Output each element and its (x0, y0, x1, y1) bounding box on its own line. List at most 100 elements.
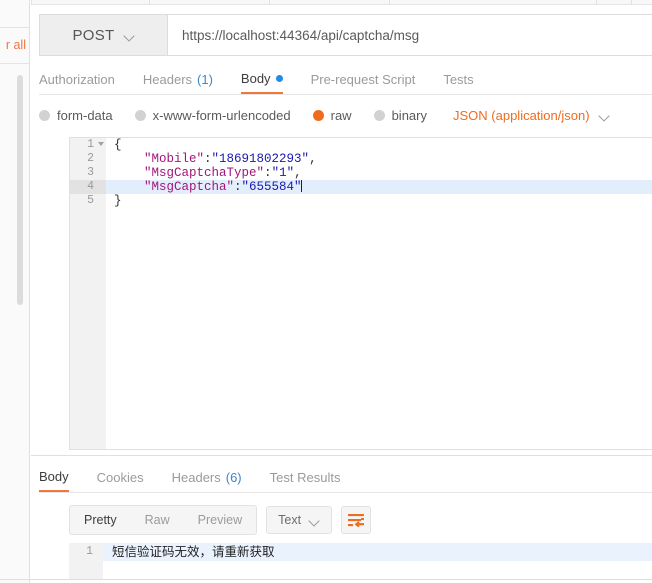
http-method-label: POST (72, 27, 114, 44)
view-mode-raw[interactable]: Raw (131, 506, 184, 534)
radio-form-data[interactable]: form-data (39, 108, 113, 123)
line-number-empty (69, 561, 103, 579)
tab-label: Authorization (39, 72, 115, 87)
line-number: 1 (69, 543, 103, 561)
body-type-options: form-data x-www-form-urlencoded raw bina… (39, 102, 652, 128)
radio-icon (39, 110, 50, 121)
clear-all-link[interactable]: r all (0, 38, 28, 52)
tab-label: Headers (172, 470, 221, 485)
word-wrap-icon (348, 514, 364, 527)
line-number-active: 4 (70, 180, 106, 194)
workspace-tab-bar[interactable] (31, 0, 652, 5)
code-indent (114, 166, 144, 180)
radio-label: raw (331, 108, 352, 123)
response-format-select[interactable]: Text (266, 506, 332, 534)
tab-authorization[interactable]: Authorization (39, 64, 115, 94)
code-indent (114, 180, 144, 194)
radio-icon-selected (313, 110, 324, 121)
code-line-active: "MsgCaptcha":"655584" (106, 180, 652, 194)
request-response-column: POST https://localhost:44364/api/captcha… (31, 0, 652, 583)
tab-separator (31, 0, 32, 5)
tab-body[interactable]: Body (241, 64, 283, 94)
tab-separator (389, 0, 390, 5)
json-value: "18691802293" (212, 152, 310, 166)
tab-label: Body (39, 469, 69, 484)
tab-label: Test Results (270, 470, 341, 485)
radio-raw[interactable]: raw (313, 108, 352, 123)
request-tabs: Authorization Headers (1) Body Pre-reque… (39, 64, 652, 95)
url-input[interactable]: https://localhost:44364/api/captcha/msg (168, 15, 652, 55)
format-label: Text (278, 513, 301, 527)
code-text: } (114, 194, 122, 208)
radio-label: form-data (57, 108, 113, 123)
response-tab-test-results[interactable]: Test Results (270, 462, 341, 492)
modified-indicator-dot (276, 75, 283, 82)
json-colon: : (234, 180, 242, 194)
view-mode-preview[interactable]: Preview (184, 506, 256, 534)
json-key: "Mobile" (144, 152, 204, 166)
json-colon: : (264, 166, 272, 180)
window-bottom-edge (0, 579, 652, 580)
line-number: 3 (70, 166, 106, 180)
line-number-text: 1 (87, 138, 94, 151)
json-colon: : (204, 152, 212, 166)
tab-label: Pre-request Script (311, 72, 416, 87)
tab-tests[interactable]: Tests (443, 64, 473, 94)
response-tab-cookies[interactable]: Cookies (97, 462, 144, 492)
response-tabs: Body Cookies Headers (6) Test Results (39, 462, 652, 493)
radio-x-www-form-urlencoded[interactable]: x-www-form-urlencoded (135, 108, 291, 123)
view-mode-pretty[interactable]: Pretty (70, 506, 131, 534)
code-indent (114, 152, 144, 166)
tab-headers[interactable]: Headers (1) (143, 64, 213, 94)
editor-gutter: 1 2 3 4 5 (70, 138, 106, 449)
code-line: "MsgCaptchaType":"1", (106, 166, 652, 180)
tab-separator (269, 0, 270, 5)
json-value: "1" (272, 166, 295, 180)
tab-count: (6) (226, 470, 242, 485)
code-line: } (106, 194, 652, 208)
editor-content[interactable]: { "Mobile":"18691802293", "MsgCaptchaTyp… (106, 138, 652, 449)
divider (0, 27, 30, 28)
vertical-scrollbar-thumb[interactable] (17, 75, 23, 305)
content-type-select[interactable]: JSON (application/json) (453, 108, 610, 123)
line-number: 2 (70, 152, 106, 166)
tab-separator (631, 0, 632, 5)
radio-icon (374, 110, 385, 121)
tab-label: Tests (443, 72, 473, 87)
request-body-editor[interactable]: 1 2 3 4 5 { "Mobile":"18691802293", "Msg… (69, 137, 652, 450)
response-divider (31, 455, 652, 456)
code-line: { (106, 138, 652, 152)
left-side-panel (0, 0, 30, 583)
http-method-select[interactable]: POST (40, 15, 168, 55)
radio-binary[interactable]: binary (374, 108, 427, 123)
response-tab-headers[interactable]: Headers (6) (172, 462, 242, 492)
response-gutter: 1 (69, 543, 103, 579)
tab-pre-request-script[interactable]: Pre-request Script (311, 64, 416, 94)
radio-label: binary (392, 108, 427, 123)
json-comma: , (309, 152, 317, 166)
response-tab-body[interactable]: Body (39, 462, 69, 492)
chevron-down-icon (309, 517, 320, 524)
fold-arrow-icon[interactable] (98, 142, 104, 146)
response-body-viewer[interactable]: 1 短信验证码无效，请重新获取 (69, 543, 652, 579)
json-value: "655584" (242, 180, 302, 194)
line-number: 5 (70, 194, 106, 208)
tab-label: Headers (143, 72, 192, 87)
tab-count: (1) (197, 72, 213, 87)
chevron-down-icon (599, 112, 610, 119)
json-key: "MsgCaptchaType" (144, 166, 264, 180)
request-url-bar: POST https://localhost:44364/api/captcha… (39, 14, 652, 56)
tab-label: Body (241, 71, 271, 86)
code-text: { (114, 138, 122, 152)
response-body-text: 短信验证码无效，请重新获取 (103, 543, 652, 561)
chevron-down-icon (124, 32, 135, 39)
word-wrap-button[interactable] (341, 506, 371, 534)
radio-label: x-www-form-urlencoded (153, 108, 291, 123)
response-toolbar: Pretty Raw Preview Text (69, 505, 371, 535)
radio-icon (135, 110, 146, 121)
code-line: "Mobile":"18691802293", (106, 152, 652, 166)
text-cursor (301, 180, 302, 192)
tab-separator (149, 0, 150, 5)
json-key: "MsgCaptcha" (144, 180, 234, 194)
divider (0, 63, 30, 64)
